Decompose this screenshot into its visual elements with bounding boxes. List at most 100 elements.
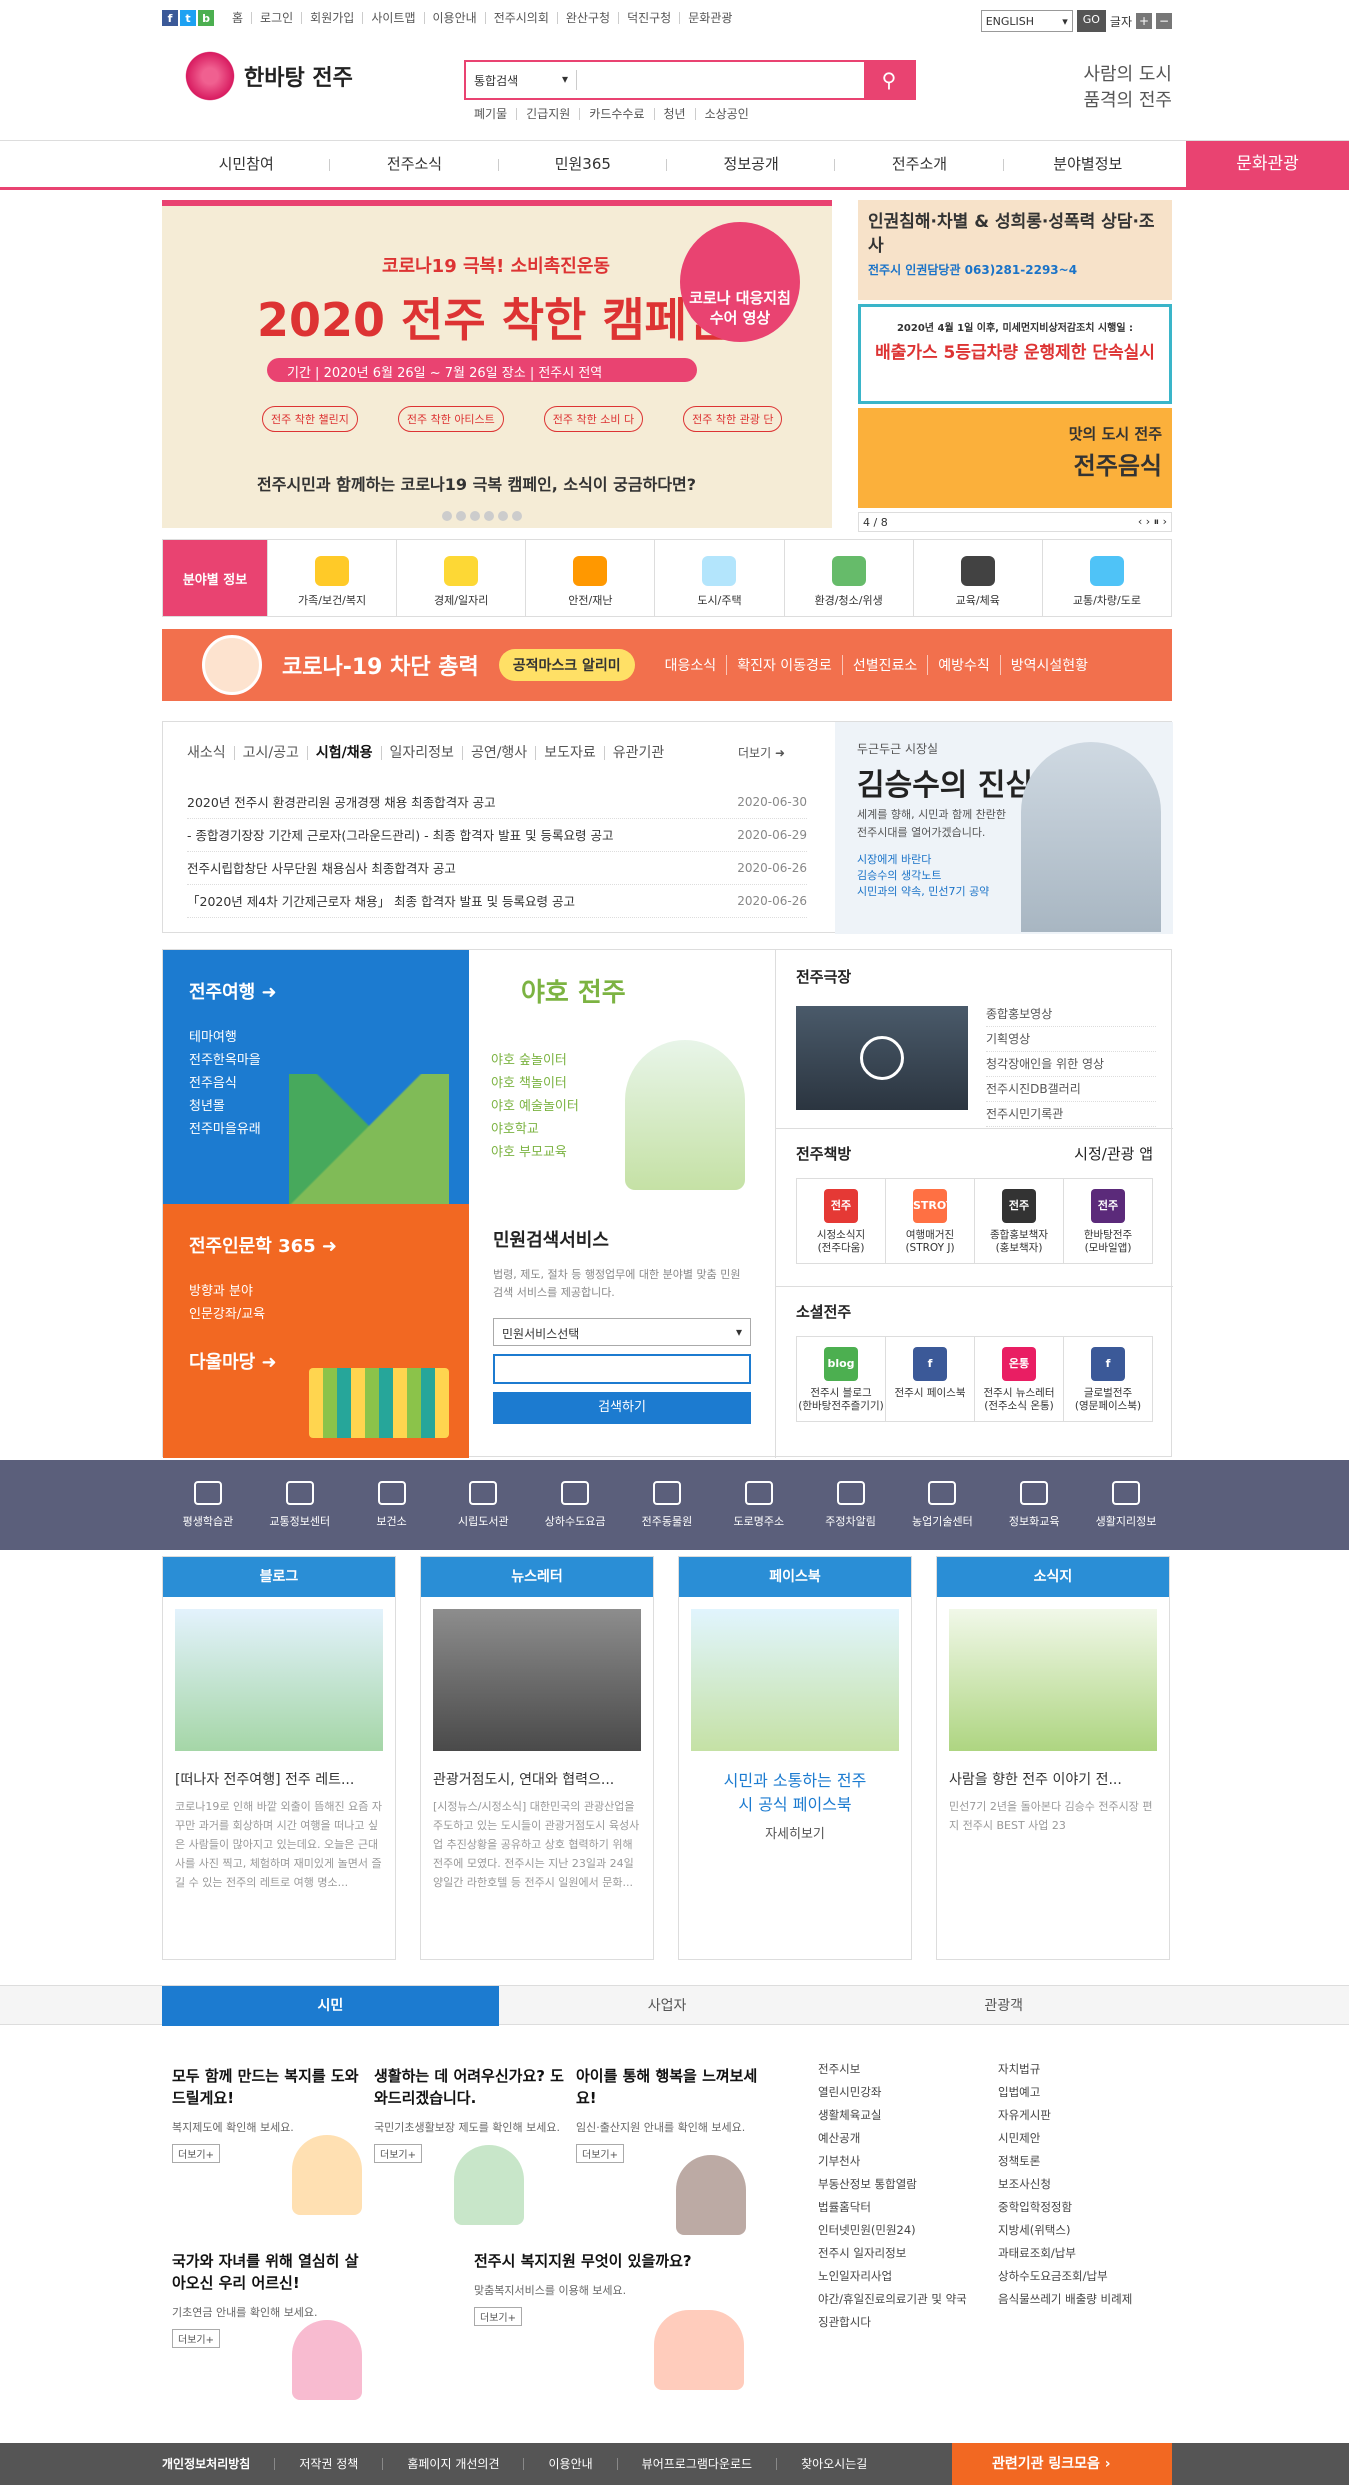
pager-dot[interactable] — [442, 511, 452, 521]
quick-link[interactable]: 교통정보센터 — [254, 1460, 346, 1550]
theater-link[interactable]: 전주시진DB갤러리 — [986, 1077, 1156, 1102]
social-tile[interactable]: f 전주시 페이스북 — [885, 1337, 974, 1421]
mask-alarm-button[interactable]: 공적마스크 알리미 — [498, 649, 635, 681]
service-link[interactable]: 예산공개 — [818, 2127, 998, 2150]
service-link[interactable]: 열린시민강좌 — [818, 2081, 998, 2104]
service-link[interactable]: 법률홈닥터 — [818, 2196, 998, 2219]
footer-link-copyright[interactable]: 저작권 정책 — [274, 2458, 382, 2470]
more-button[interactable]: 더보기+ — [576, 2144, 624, 2163]
mayor-link[interactable]: 김승수의 생각노트 — [857, 868, 989, 884]
gnb-item-citizen[interactable]: 시민참여 — [162, 141, 331, 188]
gnb-item-news[interactable]: 전주소식 — [330, 141, 499, 188]
pager-dot[interactable] — [512, 511, 522, 521]
civil-search-button[interactable]: 검색하기 — [493, 1392, 751, 1424]
field-item-safety[interactable]: 안전/재난 — [525, 540, 654, 616]
font-minus-button[interactable]: − — [1156, 13, 1172, 29]
service-link[interactable]: 부동산정보 통합열람 — [818, 2173, 998, 2196]
card-magazine[interactable]: 소식지 사람을 향한 전주 이야기 전... 민선7기 2년을 돌아본다 김승수… — [936, 1556, 1170, 1960]
field-item-traffic[interactable]: 교통/차량/도로 — [1041, 540, 1171, 616]
quick-link[interactable]: 시립도서관 — [437, 1460, 529, 1550]
card-newsletter[interactable]: 뉴스레터 관광거점도시, 연대와 협력으... [시정뉴스/시정소식] 대한민국… — [420, 1556, 654, 1960]
civil-service-select[interactable]: 민원서비스선택 ▾ — [493, 1318, 751, 1346]
util-link-guide[interactable]: 이용안내 — [423, 12, 485, 24]
keyword-link[interactable]: 긴급지원 — [516, 108, 579, 120]
util-link-wansan[interactable]: 완산구청 — [556, 12, 618, 24]
social-tile[interactable]: blog 전주시 블로그 (한바탕전주즐기기) — [797, 1337, 885, 1421]
service-link[interactable]: 음식물쓰레기 배출량 비례제 — [998, 2288, 1178, 2311]
gnb-item-field[interactable]: 분야별정보 — [1004, 141, 1172, 188]
humanities-link[interactable]: 인문강좌/교육 — [189, 1303, 443, 1326]
book-tile[interactable]: 전주 시정소식지 (전주다움) — [797, 1179, 885, 1263]
corona-link[interactable]: 확진자 이동경로 — [726, 655, 842, 675]
side-banner-food[interactable]: 맛의 도시 전주 전주음식 — [858, 408, 1172, 508]
field-item-city[interactable]: 도시/주택 — [654, 540, 783, 616]
book-tile[interactable]: STROY 여행매거진 (STROY J) — [885, 1179, 974, 1263]
civil-search-input[interactable] — [493, 1354, 751, 1384]
mayor-banner[interactable]: 두근두근 시장실 김승수의 진심 세계를 향해, 시민과 함께 찬란한 전주시대… — [835, 722, 1173, 934]
language-select[interactable]: ENGLISH ▾ — [980, 10, 1073, 32]
util-link-sitemap[interactable]: 사이트맵 — [362, 12, 423, 24]
service-link[interactable]: 입법예고 — [998, 2081, 1178, 2104]
keyword-link[interactable]: 카드수수료 — [579, 108, 653, 120]
twitter-icon[interactable]: t — [180, 10, 196, 26]
util-link-culture[interactable]: 문화관광 — [679, 12, 740, 24]
footer-link-guide[interactable]: 이용안내 — [523, 2458, 616, 2470]
mayor-link[interactable]: 시장에게 바란다 — [857, 852, 989, 868]
tab-business[interactable]: 사업자 — [499, 1986, 836, 2026]
culture-tour-button[interactable]: 문화관광 — [1186, 141, 1349, 188]
side-banner-human-rights[interactable]: 인권침해·차별 & 성희롱·성폭력 상담·조사 전주시 인권담당관 063)281… — [858, 200, 1172, 300]
util-link-login[interactable]: 로그인 — [251, 12, 301, 24]
list-item[interactable]: 전주시립합창단 사무단원 채용심사 최종합격자 공고 2020-06-26 — [187, 852, 807, 885]
social-tile[interactable]: 온통 전주시 뉴스레터 (전주소식 온통) — [974, 1337, 1063, 1421]
tab-announcement[interactable]: 고시/공고 — [233, 746, 307, 760]
quick-link[interactable]: 상하수도요금 — [529, 1460, 621, 1550]
keyword-link[interactable]: 폐기물 — [474, 108, 516, 120]
footer-link-viewer[interactable]: 뷰어프로그램다운로드 — [616, 2458, 776, 2470]
video-thumbnail[interactable] — [796, 1006, 968, 1110]
quick-link[interactable]: 정보화교육 — [988, 1460, 1080, 1550]
tab-jobs[interactable]: 일자리정보 — [380, 746, 462, 760]
related-links-button[interactable]: 관련기관 링크모음 › — [952, 2443, 1172, 2485]
social-tile[interactable]: f 글로벌전주 (영문페이스북) — [1063, 1337, 1152, 1421]
field-item-economy[interactable]: 경제/일자리 — [396, 540, 525, 616]
site-logo[interactable]: 한바탕 전주 — [182, 48, 353, 104]
pager-dot[interactable] — [470, 511, 480, 521]
quick-link[interactable]: 전주동물원 — [621, 1460, 713, 1550]
gnb-item-info[interactable]: 정보공개 — [667, 141, 836, 188]
service-link[interactable]: 상하수도요금조회/납부 — [998, 2265, 1178, 2288]
service-link[interactable]: 보조사신청 — [998, 2173, 1178, 2196]
util-link-join[interactable]: 회원가입 — [301, 12, 362, 24]
service-link[interactable]: 기부천사 — [818, 2150, 998, 2173]
field-item-welfare[interactable]: 가족/보건/복지 — [267, 540, 396, 616]
app-tile[interactable]: 전주 한바탕전주 (모바일앱) — [1063, 1179, 1152, 1263]
tab-agencies[interactable]: 유관기관 — [603, 746, 673, 760]
go-button[interactable]: GO — [1076, 10, 1106, 32]
tab-events[interactable]: 공연/행사 — [461, 746, 535, 760]
service-link[interactable]: 과태료조회/납부 — [998, 2242, 1178, 2265]
util-link-deokjin[interactable]: 덕진구청 — [618, 12, 679, 24]
corona-link[interactable]: 선별진료소 — [841, 655, 927, 675]
card-facebook[interactable]: 페이스북 시민과 소통하는 전주시 공식 페이스북 자세히보기 — [678, 1556, 912, 1960]
list-item[interactable]: - 종합경기장장 기간제 근로자(그라운드관리) - 최종 합격자 발표 및 등… — [187, 819, 807, 852]
tab-tourist[interactable]: 관광객 — [835, 1986, 1172, 2026]
humanities-title[interactable]: 전주인문학 365 ➜ — [189, 1232, 443, 1258]
tab-citizen[interactable]: 시민 — [162, 1986, 499, 2026]
theater-link[interactable]: 기획영상 — [986, 1027, 1156, 1052]
more-button[interactable]: 더보기+ — [474, 2307, 522, 2326]
sign-language-video-link[interactable]: 코로나 대응지침 수어 영상 — [680, 222, 800, 342]
more-button[interactable]: 더보기+ — [374, 2144, 422, 2163]
util-link-home[interactable]: 홈 — [232, 12, 251, 24]
footer-link-feedback[interactable]: 홈페이지 개선의견 — [382, 2458, 523, 2470]
quick-link[interactable]: 보건소 — [346, 1460, 438, 1550]
quick-link[interactable]: 농업기술센터 — [897, 1460, 989, 1550]
travel-title[interactable]: 전주여행 ➜ — [189, 978, 443, 1004]
corona-link[interactable]: 예방수칙 — [927, 655, 1000, 675]
theater-link[interactable]: 청각장애인을 위한 영상 — [986, 1052, 1156, 1077]
service-link[interactable]: 자치법규 — [998, 2058, 1178, 2081]
more-button[interactable]: 더보기+ — [172, 2144, 220, 2163]
pager-dot[interactable] — [484, 511, 494, 521]
service-link[interactable]: 전주시 일자리정보 — [818, 2242, 998, 2265]
pager-dot[interactable] — [456, 511, 466, 521]
service-link[interactable]: 전주시보 — [818, 2058, 998, 2081]
gnb-item-about[interactable]: 전주소개 — [835, 141, 1004, 188]
